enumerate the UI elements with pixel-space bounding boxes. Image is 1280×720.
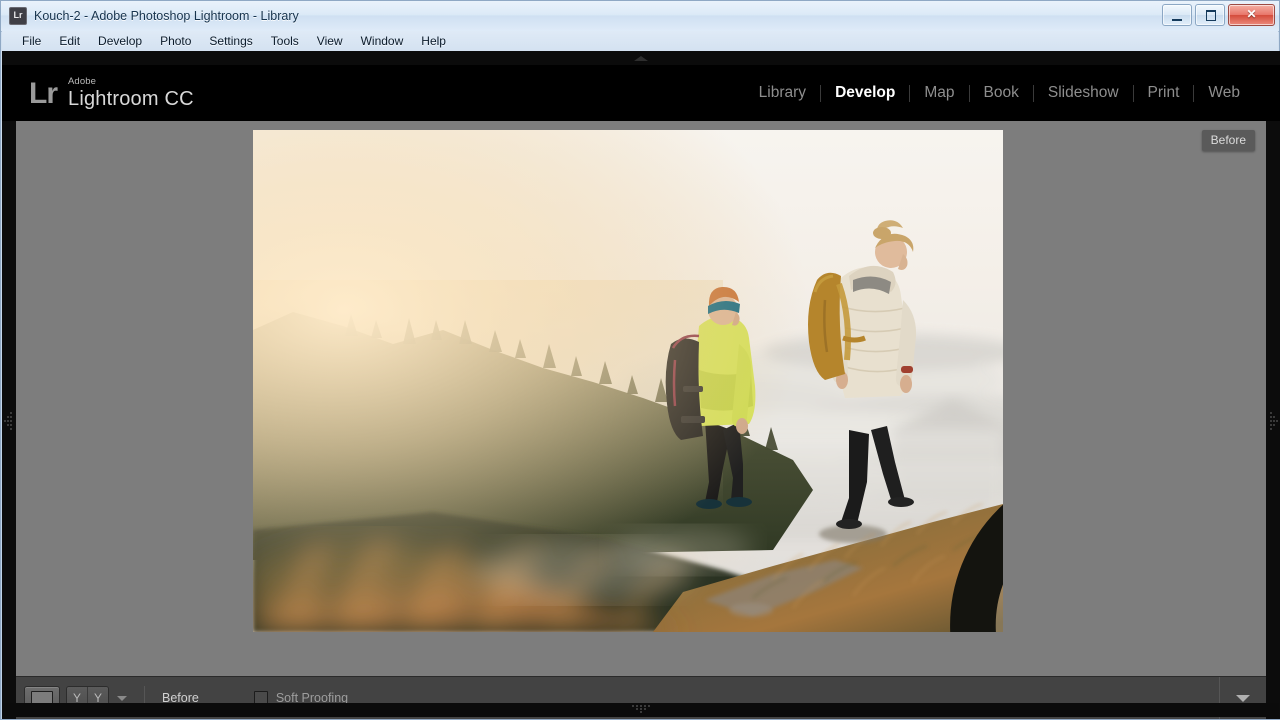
module-picker: Library Develop Map Book Slideshow Print… xyxy=(745,65,1254,121)
menu-item-photo[interactable]: Photo xyxy=(151,33,200,49)
filmstrip-expand-arrow[interactable] xyxy=(3,703,1279,717)
chevron-down-icon xyxy=(1236,694,1250,702)
identity-plate-row: Lr Adobe Lightroom CC Library Develop Ma… xyxy=(2,65,1280,121)
top-panel-collapse-arrow[interactable] xyxy=(2,51,1280,65)
lightroom-app: Lr Adobe Lightroom CC Library Develop Ma… xyxy=(2,51,1280,719)
maximize-icon xyxy=(1206,10,1216,21)
identity-plate[interactable]: Lr Adobe Lightroom CC xyxy=(29,77,194,109)
window-frame: Lr Kouch-2 - Adobe Photoshop Lightroom -… xyxy=(0,0,1280,720)
menu-item-view[interactable]: View xyxy=(308,33,352,49)
stage: Before Y Y Before Soft Proofing xyxy=(16,121,1266,719)
minimize-button[interactable] xyxy=(1162,4,1192,26)
left-panel-expand-arrow[interactable] xyxy=(2,121,16,719)
menu-item-settings[interactable]: Settings xyxy=(200,33,261,49)
maximize-button[interactable] xyxy=(1195,4,1225,26)
title-bar[interactable]: Lr Kouch-2 - Adobe Photoshop Lightroom -… xyxy=(1,1,1279,32)
menu-item-tools[interactable]: Tools xyxy=(262,33,308,49)
menu-bar: File Edit Develop Photo Settings Tools V… xyxy=(2,31,1278,51)
lightroom-logo-icon: Lr xyxy=(29,76,58,110)
identity-plate-text: Adobe Lightroom CC xyxy=(68,77,194,109)
minimize-icon xyxy=(1172,16,1182,21)
menu-item-help[interactable]: Help xyxy=(412,33,455,49)
image-canvas[interactable]: Before xyxy=(16,121,1266,667)
close-icon: ✕ xyxy=(1246,7,1257,21)
module-book[interactable]: Book xyxy=(970,84,1033,102)
photo-artwork xyxy=(253,130,1003,632)
menu-item-develop[interactable]: Develop xyxy=(89,33,151,49)
module-library[interactable]: Library xyxy=(745,84,820,102)
before-badge: Before xyxy=(1201,130,1255,151)
chevron-up-icon xyxy=(634,55,648,61)
before-after-dropdown-icon[interactable] xyxy=(117,695,127,701)
right-arrow-dots-icon xyxy=(1270,412,1278,430)
module-map[interactable]: Map xyxy=(910,84,968,102)
window-title: Kouch-2 - Adobe Photoshop Lightroom - Li… xyxy=(34,9,299,23)
app-icon: Lr xyxy=(9,7,27,25)
module-web[interactable]: Web xyxy=(1194,84,1254,102)
brand-label: Adobe xyxy=(68,76,96,88)
module-slideshow[interactable]: Slideshow xyxy=(1034,84,1133,102)
menu-item-edit[interactable]: Edit xyxy=(50,33,89,49)
window-controls: ✕ xyxy=(1162,4,1275,26)
content-area: Before Y Y Before Soft Proofing xyxy=(2,121,1280,719)
product-label: Lightroom CC xyxy=(68,87,194,110)
application-window: Lr Kouch-2 - Adobe Photoshop Lightroom -… xyxy=(0,0,1280,720)
right-panel-expand-arrow[interactable] xyxy=(1266,121,1280,719)
photo-preview[interactable] xyxy=(253,130,1003,632)
module-develop[interactable]: Develop xyxy=(821,84,909,102)
menu-item-window[interactable]: Window xyxy=(352,33,413,49)
menu-item-file[interactable]: File xyxy=(13,33,50,49)
left-arrow-dots-icon xyxy=(4,412,12,430)
module-print[interactable]: Print xyxy=(1134,84,1194,102)
down-arrow-dots-icon xyxy=(632,705,650,713)
close-button[interactable]: ✕ xyxy=(1228,4,1275,26)
